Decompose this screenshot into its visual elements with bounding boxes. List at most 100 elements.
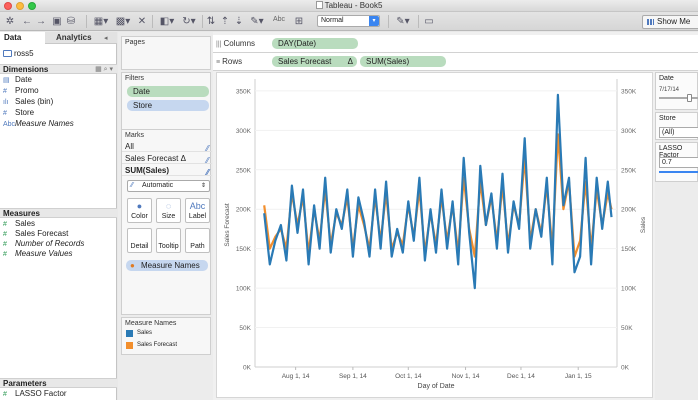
fit-select-arrow-icon: ▾ [369, 16, 379, 26]
rows-label: Rows [222, 57, 243, 66]
y-tick-label-left: 0K [243, 365, 252, 372]
y-tick-label-right: 0K [621, 365, 630, 372]
field-date[interactable]: ▤ Date [3, 75, 32, 85]
rows-shelf[interactable]: ≡ Rows Sales Forecast Δ SUM(Sales) [213, 53, 698, 71]
back-arrow-icon[interactable]: ← [22, 15, 32, 28]
rows-icon: ≡ [216, 59, 221, 66]
pages-title: Pages [125, 39, 145, 46]
field-measure-values[interactable]: # Measure Values [3, 249, 73, 259]
field-label: Sales Forecast [15, 229, 69, 238]
x-tick-label: Aug 1, 14 [282, 373, 310, 380]
color-palette-icon: ● [136, 201, 143, 211]
dimensions-header: Dimensions ▦ ⌕ ▾ [0, 64, 117, 74]
save-icon[interactable]: ▣ [52, 15, 62, 28]
parameters-header-label: Parameters [3, 379, 47, 388]
columns-pill-day-date[interactable]: DAY(Date) [272, 38, 358, 49]
clear-sheet-icon[interactable]: ✕ [136, 15, 148, 28]
field-measure-names[interactable]: AbcMeasure Names [3, 119, 74, 129]
columns-label-container: ||| Columns [216, 39, 255, 48]
date-filter-title: Date [659, 75, 674, 82]
marks-card: Marks All ⁄⁄ Sales Forecast Δ ⁄⁄ SUM(Sales… [121, 129, 212, 315]
legend-swatch-sales-forecast[interactable] [126, 342, 133, 349]
document-icon [315, 1, 323, 9]
annotate-icon[interactable]: ✎▾ [394, 15, 412, 28]
field-lasso-factor[interactable]: # LASSO Factor [3, 389, 67, 399]
field-label: LASSO Factor [15, 389, 67, 398]
forward-arrow-icon[interactable]: → [36, 15, 46, 28]
x-tick-label: Dec 1, 14 [507, 373, 535, 380]
field-label: Measure Values [15, 249, 73, 258]
add-datasource-icon[interactable]: ⛁ [66, 15, 76, 28]
filters-card[interactable]: Filters Date Store [121, 72, 211, 130]
path-button[interactable]: ·Path [185, 228, 210, 253]
show-me-button[interactable]: Show Me [642, 15, 698, 29]
filter-pill-date[interactable]: Date [127, 86, 209, 97]
tableau-logo-icon[interactable]: ✲ [4, 15, 16, 28]
show-labels-button[interactable]: Abc [273, 16, 285, 23]
tooltip-label: Tooltip [158, 243, 179, 250]
detail-button[interactable]: ·Detail [127, 228, 152, 253]
chevron-left-icon[interactable]: ◂ [104, 34, 108, 42]
color-button[interactable]: ● Color [127, 198, 152, 223]
pane-tabs: Data Analytics ◂ [0, 32, 117, 44]
swap-rows-columns-icon[interactable]: ⇅ [206, 15, 216, 28]
color-palette-icon: ● [130, 261, 135, 270]
label-button[interactable]: Abc Label [185, 198, 210, 223]
color-measure-names-pill[interactable]: ● Measure Names [126, 260, 208, 271]
new-worksheet-icon[interactable]: ▦▾ [92, 15, 110, 28]
line-chart[interactable]: 0K 0K 50K 50K 100K 100K 150K 150K 200K 200K 250K 25… [217, 73, 654, 399]
mark-type-select[interactable]: Automatic ⇕ [127, 180, 210, 192]
datasource-item[interactable]: ross5 [3, 49, 34, 58]
duplicate-sheet-icon[interactable]: ▩▾ [114, 15, 132, 28]
field-sales-forecast[interactable]: # Sales Forecast [3, 229, 68, 239]
y-tick-label-left: 250K [236, 167, 252, 174]
field-promo[interactable]: # Promo [3, 86, 39, 96]
fit-select[interactable]: Normal ▾ [317, 15, 380, 27]
field-number-of-records[interactable]: # Number of Records [3, 239, 84, 249]
field-label: Store [15, 108, 35, 117]
fix-axes-icon[interactable]: ⊞ [294, 15, 304, 28]
legend-swatch-sales[interactable] [126, 330, 133, 337]
tab-analytics[interactable]: Analytics [52, 32, 96, 44]
pages-card[interactable]: Pages [121, 36, 211, 70]
columns-shelf[interactable]: ||| Columns DAY(Date) [213, 35, 698, 53]
marks-row-sales-forecast[interactable]: Sales Forecast Δ ⁄⁄ [122, 153, 212, 165]
field-label: Sales [15, 219, 36, 228]
tooltip-button[interactable]: ·Tooltip [156, 228, 181, 253]
store-filter-select[interactable]: (All) [659, 127, 698, 138]
presentation-icon[interactable]: ▭ [424, 15, 434, 28]
filter-pill-store[interactable]: Store [127, 100, 209, 111]
date-slider[interactable] [659, 94, 698, 102]
view-search-icon[interactable]: ▦ ⌕ ▾ [95, 65, 113, 74]
field-store[interactable]: # Store [3, 108, 34, 118]
lasso-parameter-slider[interactable] [659, 171, 698, 173]
datasource-label: ross5 [14, 49, 34, 58]
sort-ascending-icon[interactable]: ⇡ [220, 15, 230, 28]
number-icon: # [3, 251, 7, 258]
field-sales[interactable]: # Sales [3, 219, 35, 229]
filters-title: Filters [125, 75, 145, 82]
field-label: Promo [15, 86, 39, 95]
legend-label-sales-forecast: Sales Forecast [137, 342, 178, 348]
date-filter-value: 7/17/14 [659, 87, 680, 93]
size-label: Size [161, 213, 176, 220]
pause-updates-icon[interactable]: ◧▾ [158, 15, 176, 28]
size-button[interactable]: ◌ Size [156, 198, 181, 223]
lasso-parameter-title: LASSO Factor [659, 145, 683, 159]
marks-row-sum-sales[interactable]: SUM(Sales) ⁄⁄ [122, 165, 212, 177]
sort-descending-icon[interactable]: ⇣ [234, 15, 244, 28]
columns-icon: ||| [216, 41, 222, 48]
tab-data[interactable]: Data [0, 32, 45, 44]
field-label: Measure Names [15, 119, 74, 128]
highlight-icon[interactable]: ✎▾ [248, 15, 266, 28]
color-label: Color [131, 213, 148, 220]
marks-row-all[interactable]: All ⁄⁄ [122, 141, 212, 153]
date-slider-thumb[interactable] [687, 94, 692, 102]
y-tick-label-right: 300K [621, 128, 637, 135]
field-sales-bin[interactable]: ılı Sales (bin) [3, 97, 53, 107]
label-label: Label [188, 213, 207, 220]
chart-area[interactable]: 0K 0K 50K 50K 100K 100K 150K 150K 200K 200K 250K 25… [216, 72, 653, 398]
refresh-icon[interactable]: ↻▾ [180, 15, 198, 28]
rows-pill-sales-forecast[interactable]: Sales Forecast Δ [272, 56, 357, 67]
rows-pill-sum-sales[interactable]: SUM(Sales) [360, 56, 446, 67]
